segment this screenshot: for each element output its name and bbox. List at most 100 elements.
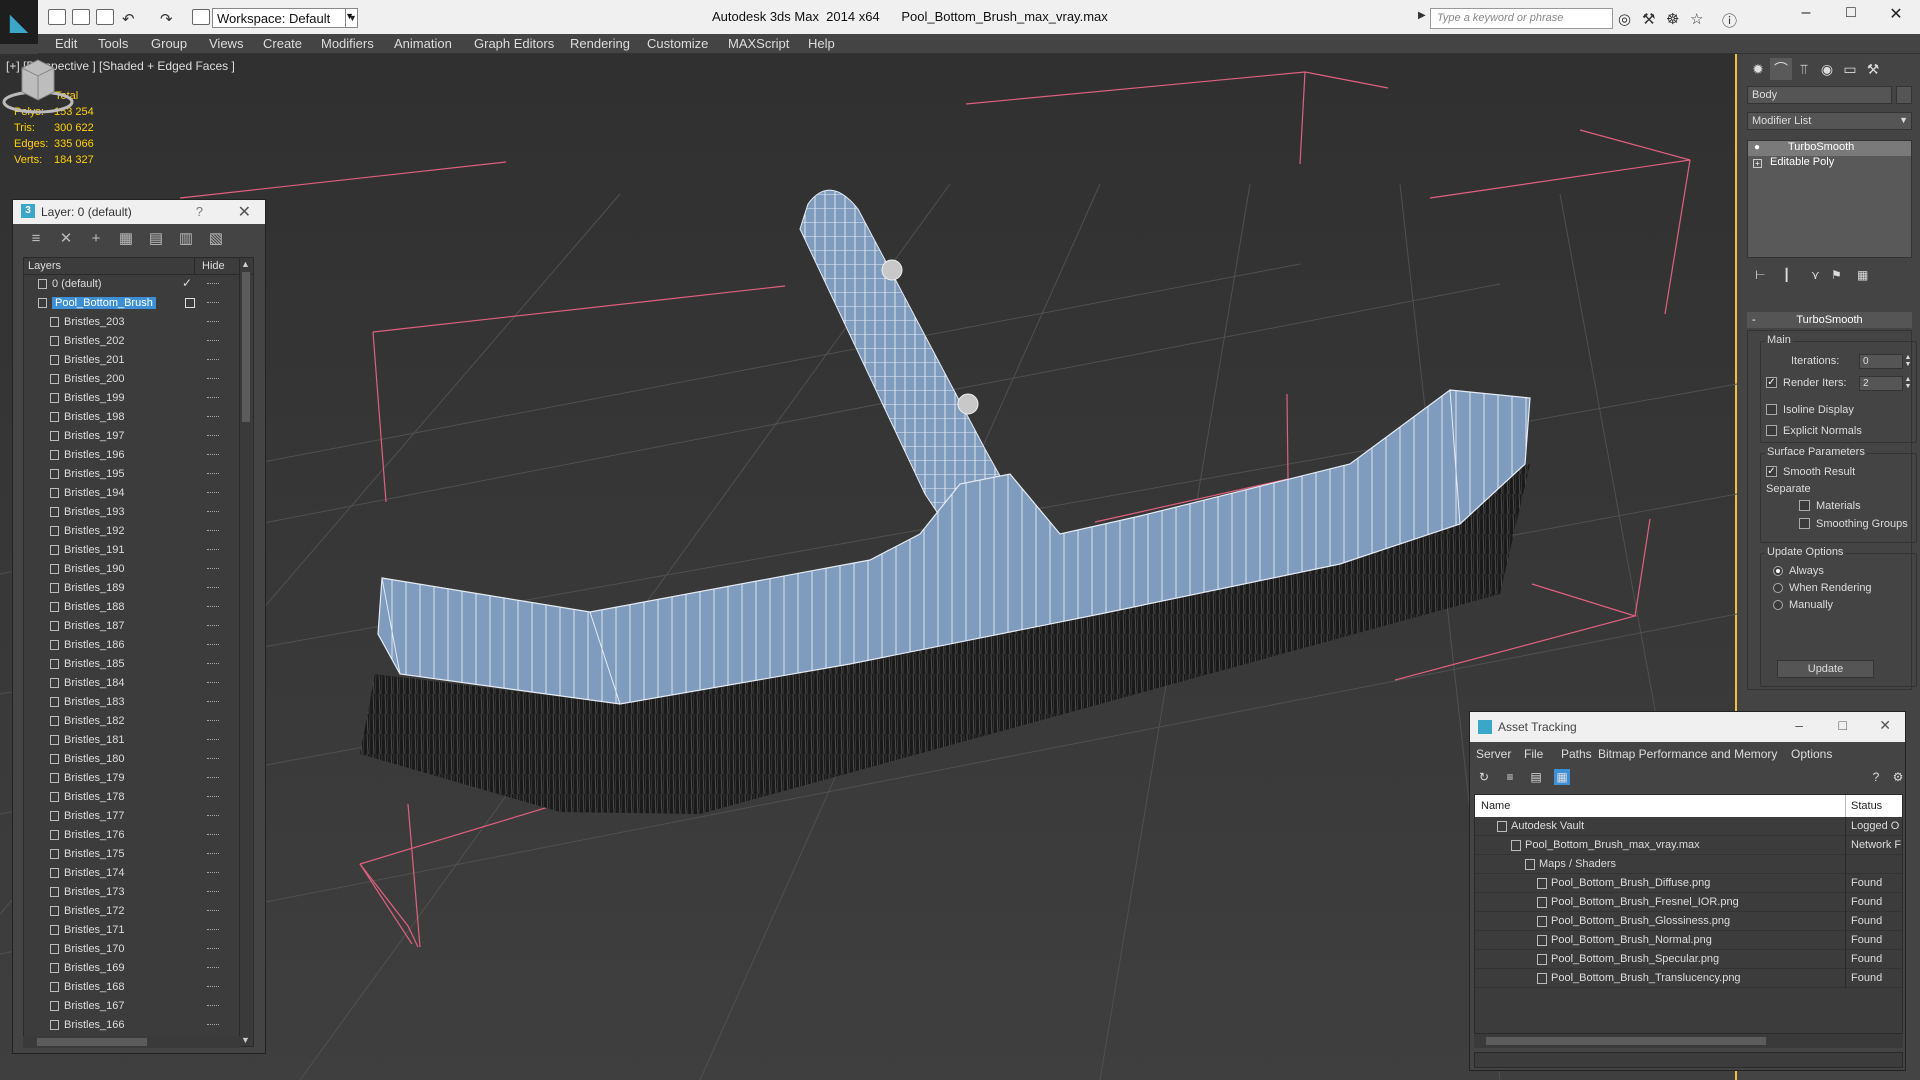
- scroll-thumb[interactable]: [242, 272, 250, 422]
- search-input[interactable]: Type a keyword or phrase: [1430, 8, 1613, 29]
- modify-tab-icon[interactable]: ⌒: [1770, 58, 1792, 80]
- hide-toggle[interactable]: [207, 701, 219, 703]
- layer-row[interactable]: Bristles_199: [24, 389, 253, 408]
- layer-row[interactable]: Bristles_176: [24, 826, 253, 845]
- layer-row[interactable]: Bristles_179: [24, 769, 253, 788]
- menu-views[interactable]: Views: [209, 36, 243, 51]
- hide-toggle[interactable]: [207, 454, 219, 456]
- scroll-up-icon[interactable]: ▲: [241, 259, 250, 269]
- layer-row[interactable]: Bristles_169: [24, 959, 253, 978]
- layer-row[interactable]: Bristles_203: [24, 313, 253, 332]
- hide-toggle[interactable]: [207, 359, 219, 361]
- help-icon[interactable]: ⓘ: [1722, 10, 1737, 31]
- layer-row[interactable]: Bristles_200: [24, 370, 253, 389]
- asset-row[interactable]: Pool_Bottom_Brush_Diffuse.png Found: [1475, 874, 1902, 893]
- spinner-arrows-icon[interactable]: ▲ ▼: [1903, 376, 1913, 391]
- close-icon[interactable]: ✕: [1879, 717, 1891, 734]
- refresh-icon[interactable]: ↻: [1476, 769, 1492, 785]
- hide-toggle[interactable]: [207, 587, 219, 589]
- hide-toggle[interactable]: [207, 815, 219, 817]
- stack-item-turbosmooth[interactable]: ● TurboSmooth: [1748, 141, 1911, 156]
- layer-row[interactable]: Bristles_202: [24, 332, 253, 351]
- hide-toggle[interactable]: [207, 891, 219, 893]
- menu-tools[interactable]: Tools: [98, 36, 128, 51]
- hide-toggle[interactable]: [207, 853, 219, 855]
- hide-toggle[interactable]: [207, 340, 219, 342]
- layer-row[interactable]: Bristles_201: [24, 351, 253, 370]
- layer-row[interactable]: Bristles_190: [24, 560, 253, 579]
- undo-icon[interactable]: ↶: [122, 10, 135, 28]
- layer-vertical-scrollbar[interactable]: ▲ ▼: [239, 258, 251, 1046]
- render-iters-spinner[interactable]: 2: [1859, 376, 1903, 391]
- smooth-result-checkbox[interactable]: ✓: [1766, 466, 1777, 477]
- highlight-layer-icon[interactable]: ▥: [177, 230, 195, 248]
- display-tab-icon[interactable]: ▭: [1839, 58, 1861, 80]
- object-name-field[interactable]: Body: [1747, 86, 1892, 104]
- close-icon[interactable]: ✕: [238, 202, 251, 222]
- menu-modifiers[interactable]: Modifiers: [321, 36, 374, 51]
- make-unique-icon[interactable]: ⋎: [1811, 268, 1820, 282]
- hide-toggle[interactable]: [207, 625, 219, 627]
- asset-menu-options[interactable]: Options: [1791, 747, 1832, 761]
- asset-menu-bitmap-performance[interactable]: Bitmap Performance and Memory: [1598, 747, 1777, 761]
- expand-plus-icon[interactable]: +: [1753, 159, 1762, 168]
- hide-toggle[interactable]: [207, 606, 219, 608]
- utilities-tab-icon[interactable]: ⚒: [1862, 58, 1884, 80]
- layer-row[interactable]: Bristles_185: [24, 655, 253, 674]
- motion-tab-icon[interactable]: ◉: [1816, 58, 1838, 80]
- show-end-result-icon[interactable]: ┃: [1783, 268, 1790, 282]
- layer-row[interactable]: Bristles_166: [24, 1016, 253, 1035]
- delete-layer-icon[interactable]: ✕: [57, 230, 75, 248]
- help-icon[interactable]: ?: [196, 204, 203, 219]
- hide-toggle[interactable]: [207, 872, 219, 874]
- hide-toggle[interactable]: [207, 321, 219, 323]
- layer-row[interactable]: Bristles_175: [24, 845, 253, 864]
- layer-row[interactable]: Bristles_177: [24, 807, 253, 826]
- layer-row[interactable]: Bristles_194: [24, 484, 253, 503]
- create-tab-icon[interactable]: ✹: [1747, 58, 1769, 80]
- layer-row[interactable]: Bristles_180: [24, 750, 253, 769]
- layer-row[interactable]: Bristles_196: [24, 446, 253, 465]
- hide-toggle[interactable]: [207, 682, 219, 684]
- hide-toggle[interactable]: [207, 1005, 219, 1007]
- render-iters-checkbox[interactable]: ✓: [1766, 377, 1777, 388]
- add-layer-icon[interactable]: +: [87, 230, 105, 248]
- configure-sets-icon[interactable]: ▦: [1857, 268, 1868, 282]
- hide-toggle[interactable]: [207, 568, 219, 570]
- maximize-icon[interactable]: □: [1839, 717, 1847, 733]
- asset-row[interactable]: Maps / Shaders: [1475, 855, 1902, 874]
- scroll-down-icon[interactable]: ▼: [241, 1035, 250, 1045]
- asset-row[interactable]: Pool_Bottom_Brush_Translucency.png Found: [1475, 969, 1902, 988]
- layer-row[interactable]: Bristles_182: [24, 712, 253, 731]
- layer-row[interactable]: Bristles_170: [24, 940, 253, 959]
- hierarchy-tab-icon[interactable]: ⫪: [1793, 58, 1815, 80]
- hide-toggle[interactable]: [207, 777, 219, 779]
- hide-toggle[interactable]: [207, 663, 219, 665]
- hide-toggle[interactable]: [207, 378, 219, 380]
- hide-toggle[interactable]: [207, 435, 219, 437]
- workspace-extra-icon[interactable]: ▼: [345, 8, 359, 28]
- asset-row[interactable]: Pool_Bottom_Brush_max_vray.max Network F: [1475, 836, 1902, 855]
- layer-row[interactable]: Bristles_181: [24, 731, 253, 750]
- asset-row[interactable]: Autodesk Vault Logged O: [1475, 817, 1902, 836]
- manually-radio[interactable]: [1773, 600, 1783, 610]
- hide-toggle[interactable]: [207, 910, 219, 912]
- project-folder-icon[interactable]: [192, 9, 210, 25]
- layer-row[interactable]: Bristles_174: [24, 864, 253, 883]
- maximize-icon[interactable]: □: [1831, 4, 1871, 22]
- layer-horizontal-scrollbar[interactable]: [23, 1036, 241, 1048]
- tree-view-icon[interactable]: ▤: [1528, 769, 1544, 785]
- layer-row[interactable]: Bristles_167: [24, 997, 253, 1016]
- layer-row[interactable]: Bristles_195: [24, 465, 253, 484]
- open-file-icon[interactable]: [72, 9, 90, 25]
- layer-row[interactable]: Bristles_178: [24, 788, 253, 807]
- menu-help[interactable]: Help: [808, 36, 835, 51]
- asset-tracking-titlebar[interactable]: Asset Tracking – □ ✕: [1470, 712, 1905, 742]
- select-objects-icon[interactable]: ▤: [147, 230, 165, 248]
- menu-edit[interactable]: Edit: [55, 36, 77, 51]
- favorites-star-icon[interactable]: ☆: [1690, 10, 1703, 28]
- update-button[interactable]: Update: [1777, 660, 1874, 678]
- menu-graph-editors[interactable]: Graph Editors: [474, 36, 554, 51]
- asset-row[interactable]: Pool_Bottom_Brush_Normal.png Found: [1475, 931, 1902, 950]
- layer-row[interactable]: Bristles_187: [24, 617, 253, 636]
